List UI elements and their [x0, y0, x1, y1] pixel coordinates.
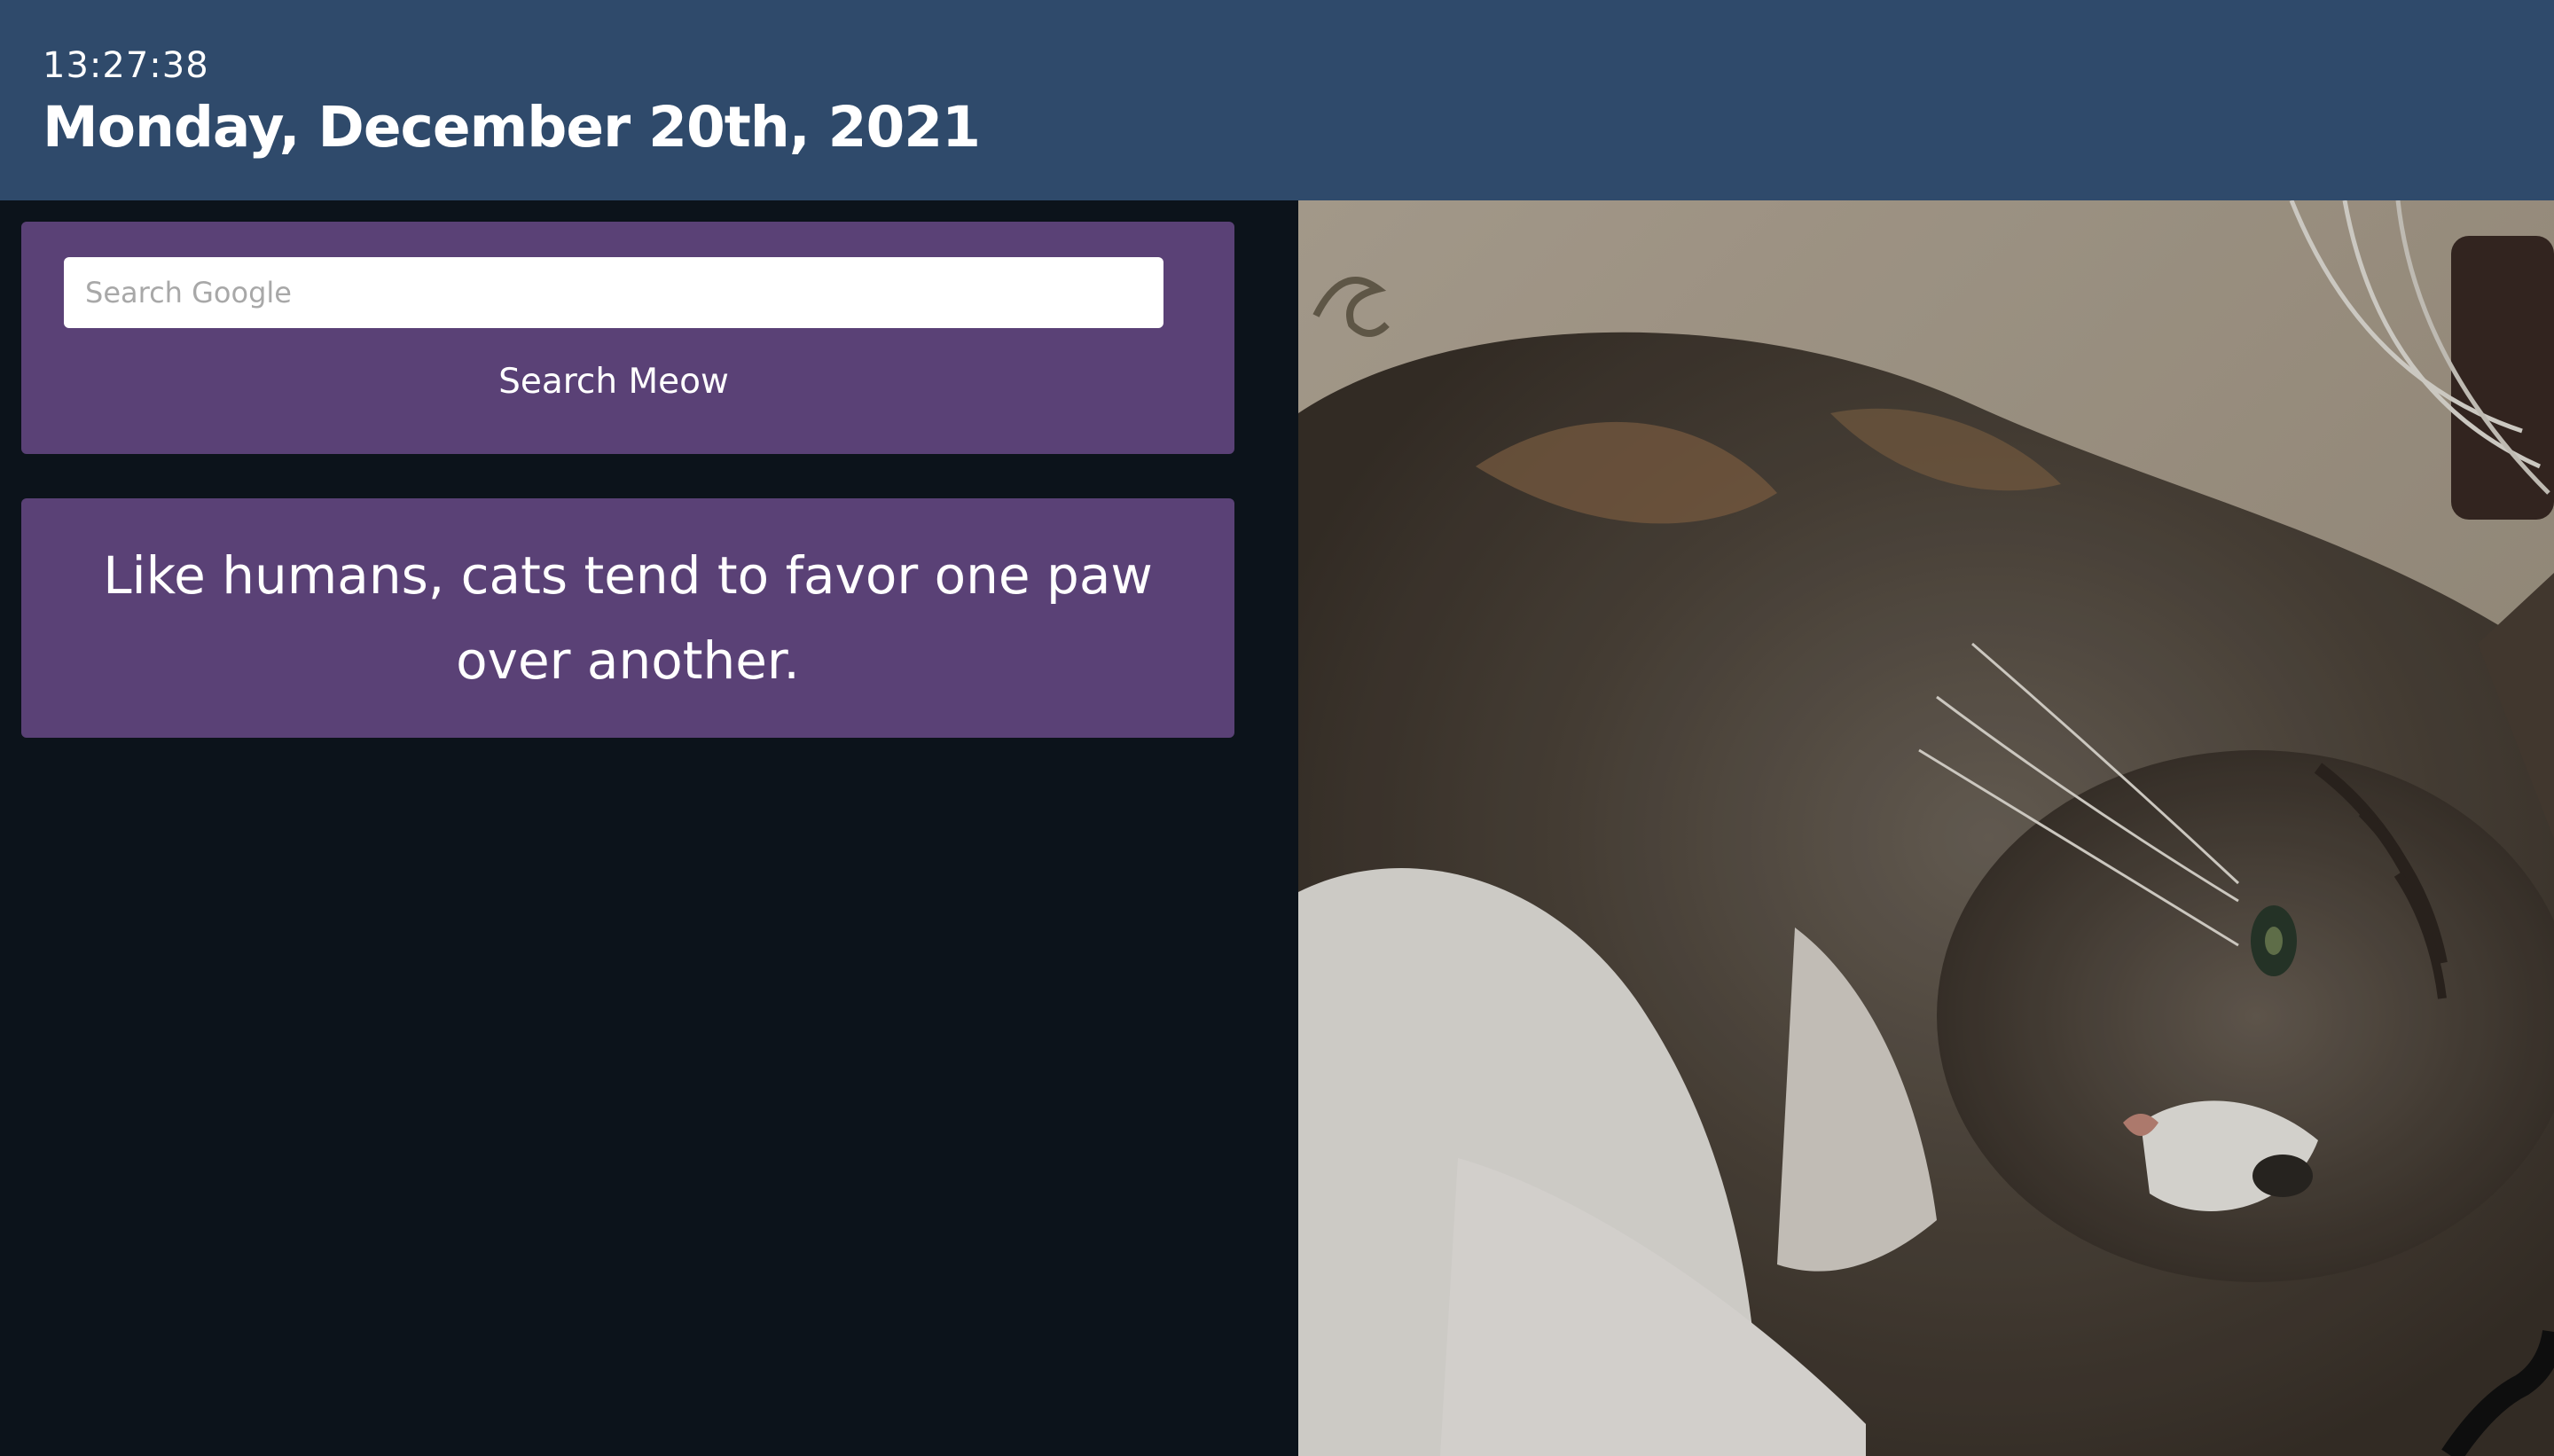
cat-photo: [1298, 200, 2554, 1456]
search-card: Search Meow: [21, 222, 1234, 454]
cat-photo-image: [1298, 200, 2554, 1456]
cat-fact-text: Like humans, cats tend to favor one paw …: [103, 545, 1153, 691]
current-date: Monday, December 20th, 2021: [43, 95, 981, 160]
clock-time: 13:27:38: [43, 45, 209, 86]
left-panel: Search Meow Like humans, cats tend to fa…: [0, 200, 1298, 1456]
search-button[interactable]: Search Meow: [64, 353, 1163, 410]
header-bar: 13:27:38 Monday, December 20th, 2021: [0, 0, 2554, 200]
cat-fact-card: Like humans, cats tend to favor one paw …: [21, 498, 1234, 738]
search-input[interactable]: [64, 257, 1163, 328]
